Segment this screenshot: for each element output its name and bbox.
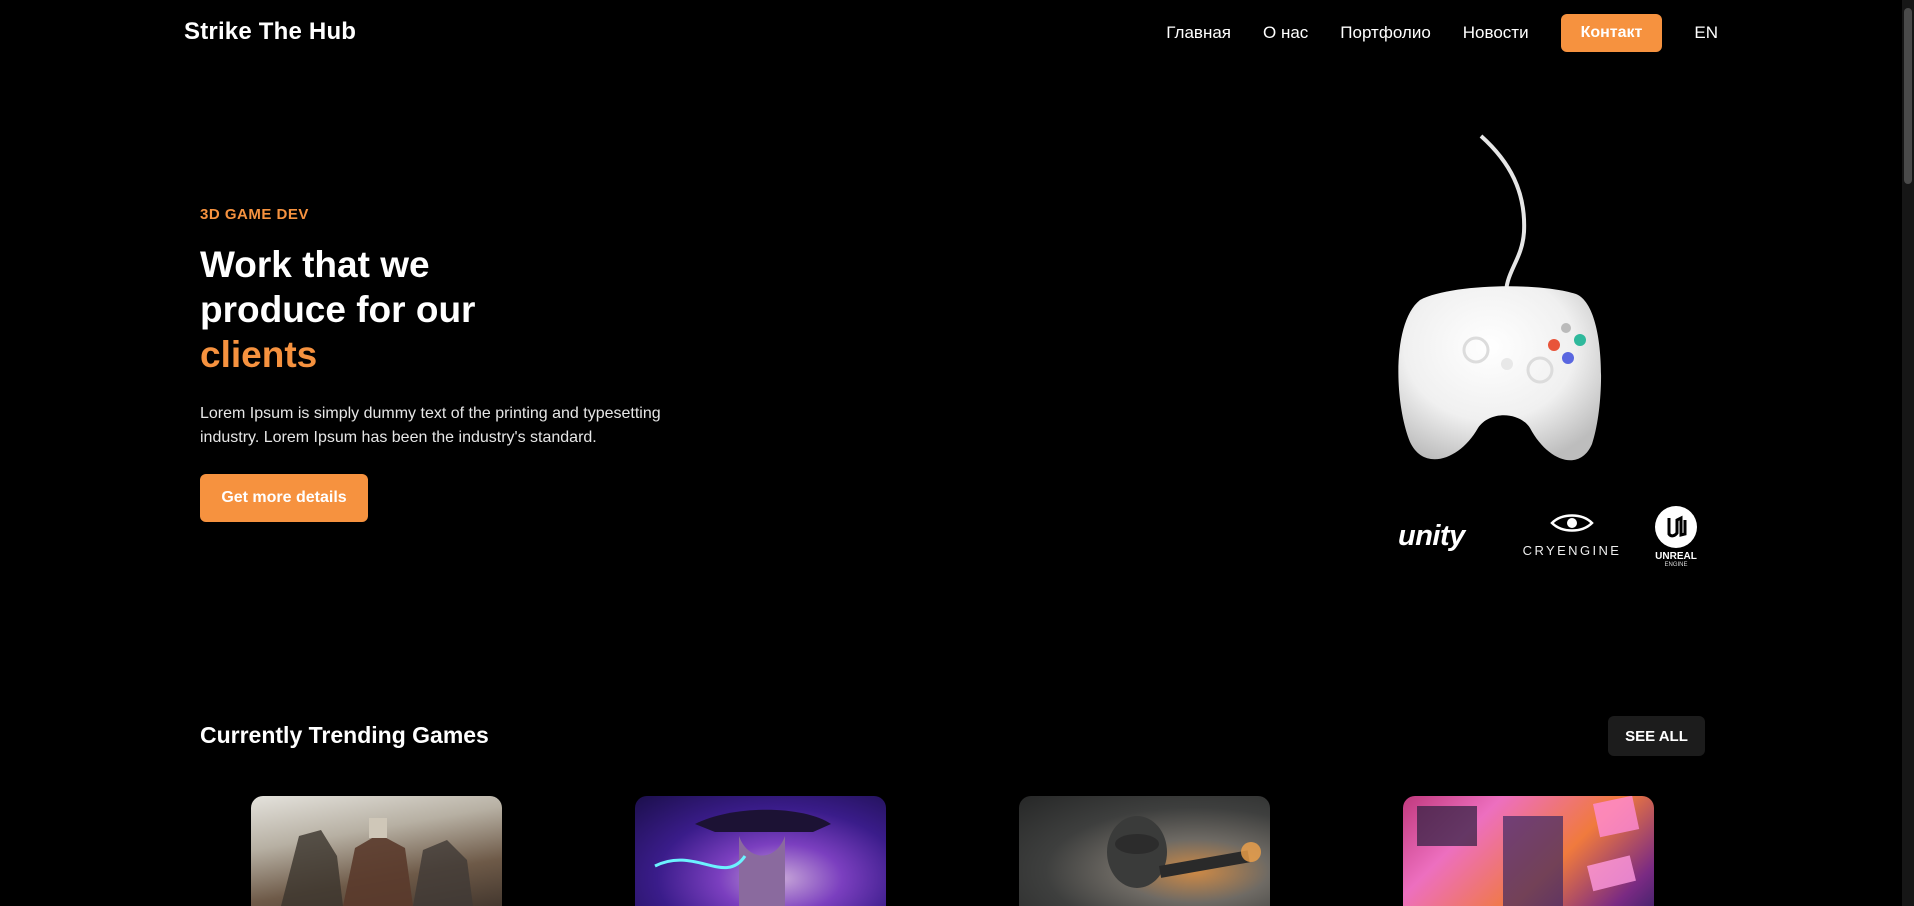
language-switch[interactable]: EN — [1694, 23, 1718, 43]
cryengine-logo: CRYENGINE — [1522, 512, 1622, 558]
unreal-emblem-icon — [1655, 506, 1697, 548]
cryengine-eye-icon — [1550, 514, 1594, 532]
unreal-logo: UNREAL ENGINE — [1644, 504, 1708, 569]
get-details-button[interactable]: Get more details — [200, 474, 368, 522]
neon-city-image — [1417, 796, 1640, 906]
nav-item-home[interactable]: Главная — [1166, 23, 1231, 43]
nav-item-portfolio[interactable]: Портфолио — [1340, 23, 1430, 43]
unreal-wordmark: UNREAL — [1655, 551, 1697, 562]
nav-item-news[interactable]: Новости — [1463, 23, 1529, 43]
nav-item-about[interactable]: О нас — [1263, 23, 1308, 43]
page-scrollbar[interactable] — [1902, 0, 1914, 906]
game-card[interactable] — [635, 796, 886, 906]
page: Strike The Hub Главная О нас Портфолио Н… — [0, 0, 1914, 906]
scrollbar-thumb[interactable] — [1904, 8, 1912, 184]
contact-button[interactable]: Контакт — [1560, 14, 1663, 52]
unity-wordmark: unity — [1398, 520, 1465, 552]
hero-headline: Work that we produce for our clients — [200, 242, 620, 377]
see-all-button[interactable]: SEE ALL — [1608, 716, 1705, 756]
cryengine-wordmark: CRYENGINE — [1522, 543, 1622, 558]
game-controller-icon — [1398, 134, 1602, 461]
hero-eyebrow: 3D GAME DEV — [200, 206, 309, 223]
headline-line-2: produce for our — [200, 289, 476, 330]
section-title: Currently Trending Games — [200, 722, 489, 748]
unreal-subtext: ENGINE — [1664, 562, 1688, 568]
for-honor-image — [281, 818, 473, 906]
headline-accent: clients — [200, 334, 318, 375]
game-card[interactable] — [1019, 796, 1270, 906]
engine-logos: unity CRYENGINE UNREAL ENGINE — [1398, 504, 1708, 574]
site-logo[interactable]: Strike The Hub — [184, 18, 356, 46]
main-nav: Главная О нас Портфолио Новости Контакт … — [1166, 14, 1718, 52]
crysis-image — [1107, 816, 1261, 888]
akali-image — [654, 809, 831, 906]
hero-description: Lorem Ipsum is simply dummy text of the … — [200, 405, 661, 446]
game-card[interactable] — [251, 796, 502, 906]
unity-logo: unity — [1398, 520, 1465, 553]
game-card[interactable] — [1403, 796, 1654, 906]
game-cards — [0, 796, 1914, 906]
headline-line-1: Work that we — [200, 244, 430, 285]
